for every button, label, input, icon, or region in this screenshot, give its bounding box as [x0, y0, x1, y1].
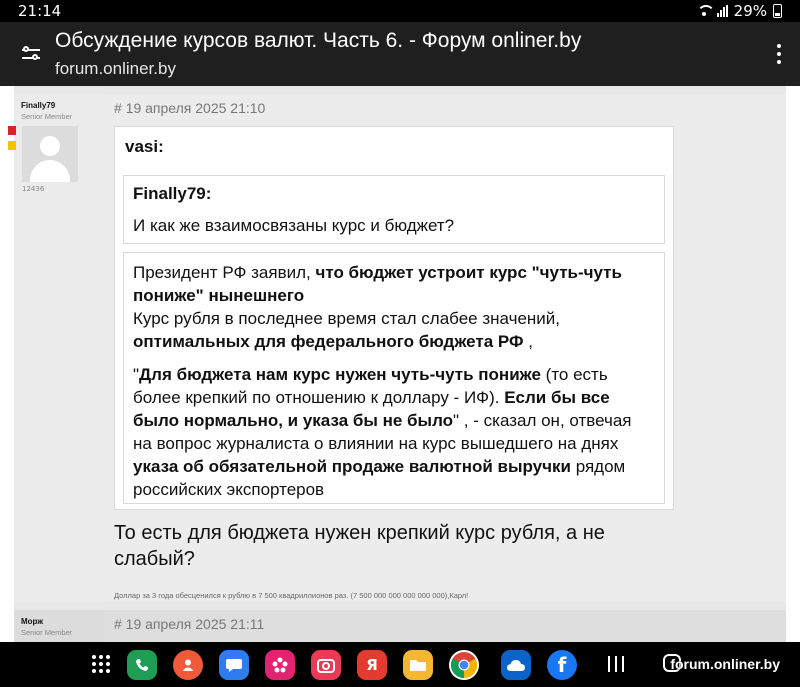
- apps-grid-icon[interactable]: [92, 655, 110, 673]
- forum-post: Морж Senior Member # 19 апреля 2025 21:1…: [14, 610, 786, 642]
- article-paragraph: Президент РФ заявил, что бюджет устроит …: [133, 263, 622, 351]
- signal-icon: [716, 5, 728, 17]
- author-rank: Senior Member: [21, 112, 73, 121]
- forum-page: Finally79 Senior Member 12436 # 19 апрел…: [0, 86, 800, 642]
- flag-yellow: [8, 141, 16, 150]
- article-paragraph: "Для бюджета нам курс нужен чуть-чуть по…: [133, 365, 632, 499]
- status-right: 29%: [696, 2, 782, 20]
- url-toast: forum.onliner.by: [670, 656, 780, 672]
- quoted-article: Президент РФ заявил, что бюджет устроит …: [123, 252, 665, 504]
- battery-percent: 29%: [733, 2, 767, 20]
- camera-icon[interactable]: [311, 650, 341, 680]
- nested-quote-text: И как же взаимосвязаны курс и бюджет?: [133, 216, 455, 235]
- quote-author: vasi:: [125, 137, 164, 156]
- status-time: 21:14: [18, 2, 62, 20]
- page-url[interactable]: forum.onliner.by: [55, 59, 176, 79]
- author-panel: Finally79 Senior Member 12436: [8, 94, 104, 602]
- yandex-icon[interactable]: Я: [357, 650, 387, 680]
- post-reply-text: То есть для бюджета нужен крепкий курс р…: [114, 522, 605, 570]
- post-date-link[interactable]: # 19 апреля 2025 21:10: [114, 100, 265, 116]
- phone-icon[interactable]: [127, 650, 157, 680]
- status-bar: 21:14 29%: [0, 0, 800, 22]
- author-name[interactable]: Морж: [21, 617, 43, 626]
- gallery-icon[interactable]: [265, 650, 295, 680]
- post-signature: Доллар за 3 года обесценился к рублю в 7…: [114, 591, 469, 600]
- nested-quote-block: Finally79: И как же взаимосвязаны курс и…: [123, 175, 665, 244]
- nested-quote-author: Finally79:: [133, 184, 212, 203]
- chrome-icon[interactable]: [449, 650, 479, 680]
- flag-red: [8, 126, 16, 135]
- forum-post: Finally79 Senior Member 12436 # 19 апрел…: [8, 94, 786, 602]
- contacts-icon[interactable]: [173, 650, 203, 680]
- files-icon[interactable]: [403, 650, 433, 680]
- site-settings-icon[interactable]: [22, 46, 40, 62]
- recents-button[interactable]: [608, 656, 626, 672]
- author-rank: Senior Member: [21, 628, 73, 637]
- post-date-link[interactable]: # 19 апреля 2025 21:11: [114, 616, 264, 632]
- author-panel: Морж Senior Member: [14, 610, 104, 642]
- messages-icon[interactable]: [219, 650, 249, 680]
- onedrive-icon[interactable]: [501, 650, 531, 680]
- battery-icon: [773, 4, 782, 18]
- android-taskbar: Я f forum.onliner.by: [0, 642, 800, 687]
- browser-toolbar: Обсуждение курсов валют. Часть 6. - Фору…: [0, 22, 800, 86]
- avatar[interactable]: [22, 126, 78, 182]
- quote-block: vasi: Finally79: И как же взаимосвязаны …: [114, 126, 674, 510]
- page-title: Обсуждение курсов валют. Часть 6. - Фору…: [55, 29, 582, 52]
- post-count: 12436: [22, 185, 45, 193]
- author-name[interactable]: Finally79: [21, 101, 55, 110]
- facebook-icon[interactable]: f: [547, 650, 577, 680]
- more-options-icon[interactable]: [776, 44, 782, 64]
- wifi-icon: [696, 5, 715, 17]
